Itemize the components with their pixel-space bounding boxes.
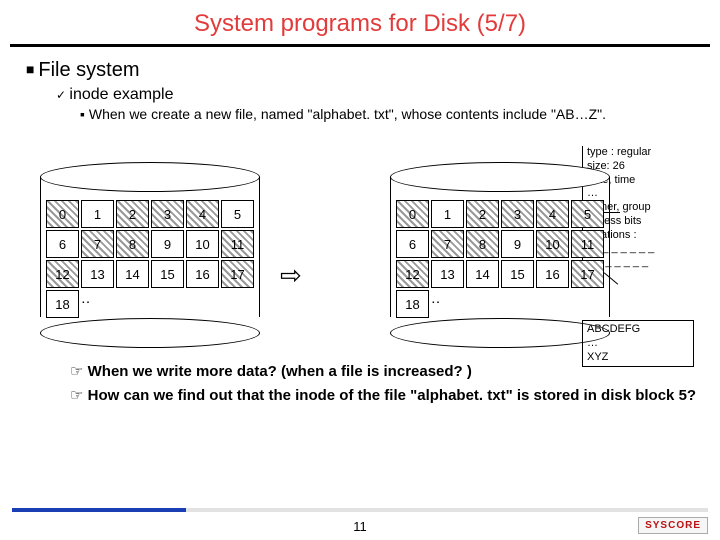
block-2: 2	[466, 200, 499, 228]
block-15: 15	[501, 260, 534, 288]
arrow-icon: ⇨	[280, 260, 302, 291]
block-0: 0	[46, 200, 79, 228]
inode-ellipsis: …	[587, 187, 694, 201]
block-9: 9	[151, 230, 184, 258]
block-16: 16	[536, 260, 569, 288]
block-ellipsis: ‥	[431, 290, 464, 318]
block-18: 18	[396, 290, 429, 318]
block-12: 12	[396, 260, 429, 288]
page-number: 11	[0, 519, 720, 534]
block-ellipsis: ‥	[81, 290, 114, 318]
block-5: 5	[571, 200, 604, 228]
block-9: 9	[501, 230, 534, 258]
block-13: 13	[431, 260, 464, 288]
block-18: 18	[46, 290, 79, 318]
footer-rule	[12, 508, 708, 512]
block-11: 11	[221, 230, 254, 258]
diagram-area: 0 1 2 3 4 5 6 7 8 9 10 11 12 13 14 15 16…	[20, 130, 700, 350]
block-7: 7	[431, 230, 464, 258]
block-10: 10	[186, 230, 219, 258]
block-8: 8	[466, 230, 499, 258]
block-1: 1	[431, 200, 464, 228]
slide-title: System programs for Disk (5/7)	[0, 0, 720, 44]
block-10: 10	[536, 230, 569, 258]
block-15: 15	[151, 260, 184, 288]
block-3: 3	[501, 200, 534, 228]
disk-before-grid: 0 1 2 3 4 5 6 7 8 9 10 11 12 13 14 15 16…	[46, 200, 254, 318]
block-7: 7	[81, 230, 114, 258]
block-17-contents: ABCDEFG … XYZ	[582, 320, 694, 367]
bullet-create-file: When we create a new file, named "alphab…	[80, 106, 700, 122]
block-0: 0	[396, 200, 429, 228]
disk-after-grid: 0 1 2 3 4 5 6 7 8 9 10 11 12 13 14 15 16…	[396, 200, 604, 318]
block17-line3: XYZ	[587, 351, 689, 365]
block-11: 11	[571, 230, 604, 258]
block-14: 14	[116, 260, 149, 288]
block-17: 17	[571, 260, 604, 288]
block-12: 12	[46, 260, 79, 288]
block-3: 3	[151, 200, 184, 228]
question-find-inode: How can we find out that the inode of th…	[70, 386, 700, 404]
block-2: 2	[116, 200, 149, 228]
block-13: 13	[81, 260, 114, 288]
connector-line-inode	[602, 212, 620, 213]
block17-line1: ABCDEFG	[587, 323, 689, 337]
block-8: 8	[116, 230, 149, 258]
disk-before: 0 1 2 3 4 5 6 7 8 9 10 11 12 13 14 15 16…	[40, 170, 260, 340]
block-14: 14	[466, 260, 499, 288]
block-16: 16	[186, 260, 219, 288]
block-1: 1	[81, 200, 114, 228]
block-4: 4	[186, 200, 219, 228]
disk-after: 0 1 2 3 4 5 6 7 8 9 10 11 12 13 14 15 16…	[390, 170, 610, 340]
title-rule	[10, 44, 710, 47]
block-6: 6	[46, 230, 79, 258]
logo-syscore: SYSCORE	[638, 517, 708, 534]
question-list: When we write more data? (when a file is…	[70, 362, 700, 404]
block-4: 4	[536, 200, 569, 228]
block17-line2: …	[587, 337, 689, 351]
block-5: 5	[221, 200, 254, 228]
inode-type: type : regular	[587, 146, 694, 160]
bullet-inode-example: inode example	[56, 86, 700, 104]
bullet-file-system: File system	[26, 59, 700, 82]
block-17: 17	[221, 260, 254, 288]
block-6: 6	[396, 230, 429, 258]
